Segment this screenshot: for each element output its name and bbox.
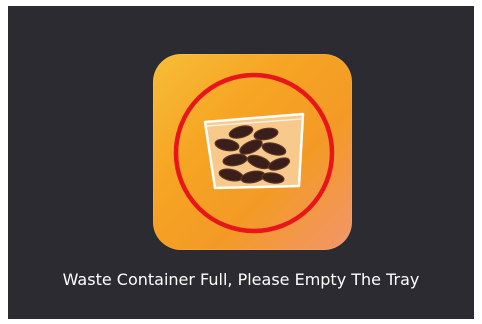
- status-message: Waste Container Full, Please Empty The T…: [62, 270, 420, 289]
- waste-container-full-icon: [153, 54, 352, 250]
- waste-container-graphic: [173, 72, 335, 234]
- alert-screen: Waste Container Full, Please Empty The T…: [8, 6, 474, 319]
